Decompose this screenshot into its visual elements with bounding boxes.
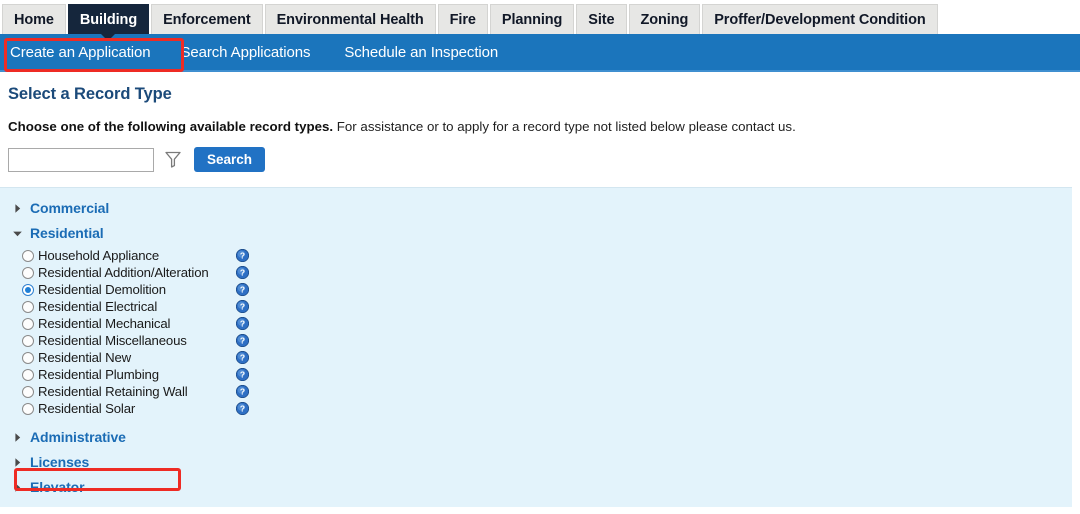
record-type-item[interactable]: Residential Retaining Wall? xyxy=(22,383,1072,400)
search-input[interactable] xyxy=(8,147,154,172)
module-tab-home[interactable]: Home xyxy=(2,4,66,34)
record-type-radio[interactable] xyxy=(22,385,34,398)
subnav-item-search-applications[interactable]: Search Applications xyxy=(181,44,311,61)
record-type-label: Residential Retaining Wall xyxy=(38,384,188,399)
svg-text:?: ? xyxy=(240,302,245,312)
record-type-panel: Commercial Residential Household Appliance… xyxy=(0,187,1072,507)
module-tab-fire[interactable]: Fire xyxy=(437,4,488,34)
record-type-radio[interactable] xyxy=(22,317,34,330)
help-icon[interactable]: ? xyxy=(236,317,249,330)
svg-text:?: ? xyxy=(240,336,245,346)
funnel-icon[interactable] xyxy=(163,150,183,170)
record-group-label: Residential xyxy=(30,225,104,241)
module-tab-enforcement[interactable]: Enforcement xyxy=(151,4,263,34)
record-type-item[interactable]: Residential Miscellaneous? xyxy=(22,332,1072,349)
instructions-text: Choose one of the following available re… xyxy=(8,119,1080,134)
record-type-label: Household Appliance xyxy=(38,248,160,263)
module-tab-building[interactable]: Building xyxy=(67,4,150,41)
svg-text:?: ? xyxy=(240,319,245,329)
chevron-right-icon[interactable] xyxy=(8,432,26,443)
record-group-licenses[interactable]: Licenses xyxy=(8,450,1072,474)
record-type-item[interactable]: Residential Solar? xyxy=(22,400,1072,417)
record-type-label: Residential Solar xyxy=(38,401,136,416)
record-type-label: Residential Plumbing xyxy=(38,367,159,382)
record-type-item[interactable]: Residential New? xyxy=(22,349,1072,366)
record-type-radio[interactable] xyxy=(22,402,34,415)
module-tab-zoning[interactable]: Zoning xyxy=(628,4,701,34)
record-type-item[interactable]: Household Appliance? xyxy=(22,247,1072,264)
svg-text:?: ? xyxy=(240,251,245,261)
chevron-right-icon[interactable] xyxy=(8,203,26,214)
page-title: Select a Record Type xyxy=(8,85,172,103)
record-group-label: Licenses xyxy=(30,454,90,470)
help-icon[interactable]: ? xyxy=(236,385,249,398)
svg-text:?: ? xyxy=(240,268,245,278)
help-icon[interactable]: ? xyxy=(236,283,249,296)
record-type-radio[interactable] xyxy=(22,283,34,296)
module-tab-site[interactable]: Site xyxy=(576,4,627,34)
search-row: Search xyxy=(8,147,1080,172)
record-type-list: Household Appliance? Residential Addition… xyxy=(22,247,1072,417)
record-group-label: Commercial xyxy=(30,200,110,216)
subnav-item-create-an-application[interactable]: Create an Application xyxy=(10,44,151,61)
instructions-rest: For assistance or to apply for a record … xyxy=(333,119,796,134)
svg-text:?: ? xyxy=(240,353,245,363)
help-icon[interactable]: ? xyxy=(236,334,249,347)
record-type-radio[interactable] xyxy=(22,334,34,347)
record-group-administrative[interactable]: Administrative xyxy=(8,425,1072,449)
record-type-label: Residential Addition/Alteration xyxy=(38,265,209,280)
svg-text:?: ? xyxy=(240,285,245,295)
record-type-radio[interactable] xyxy=(22,368,34,381)
record-type-label: Residential Electrical xyxy=(38,299,158,314)
record-group-elevator[interactable]: Elevator xyxy=(8,475,1072,499)
record-type-item[interactable]: Residential Addition/Alteration? xyxy=(22,264,1072,281)
chevron-right-icon[interactable] xyxy=(8,457,26,468)
help-icon[interactable]: ? xyxy=(236,249,249,262)
record-type-label: Residential Miscellaneous xyxy=(38,333,187,348)
svg-text:?: ? xyxy=(240,404,245,414)
module-tab-proffer-development-condition[interactable]: Proffer/Development Condition xyxy=(702,4,938,34)
sub-navigation-bar: Create an Application Search Applications… xyxy=(0,34,1080,72)
record-type-item[interactable]: Residential Electrical? xyxy=(22,298,1072,315)
help-icon[interactable]: ? xyxy=(236,266,249,279)
module-tab-environmental-health[interactable]: Environmental Health xyxy=(264,4,436,34)
record-type-radio[interactable] xyxy=(22,300,34,313)
record-type-label: Residential Mechanical xyxy=(38,316,171,331)
help-icon[interactable]: ? xyxy=(236,368,249,381)
record-group-commercial[interactable]: Commercial xyxy=(8,196,1072,220)
search-button[interactable]: Search xyxy=(194,147,266,172)
record-type-radio[interactable] xyxy=(22,266,34,279)
page-content: Select a Record Type Choose one of the f… xyxy=(0,85,1080,507)
help-icon[interactable]: ? xyxy=(236,300,249,313)
record-type-radio[interactable] xyxy=(22,351,34,364)
chevron-right-icon[interactable] xyxy=(8,482,26,493)
record-type-label: Residential Demolition xyxy=(38,282,166,297)
record-type-item[interactable]: Residential Plumbing? xyxy=(22,366,1072,383)
svg-text:?: ? xyxy=(240,370,245,380)
chevron-down-icon[interactable] xyxy=(8,228,26,239)
help-icon[interactable]: ? xyxy=(236,351,249,364)
record-group-label: Administrative xyxy=(30,429,126,445)
help-icon[interactable]: ? xyxy=(236,402,249,415)
subnav-item-schedule-an-inspection[interactable]: Schedule an Inspection xyxy=(344,44,498,61)
record-type-item[interactable]: Residential Mechanical? xyxy=(22,315,1072,332)
record-group-residential[interactable]: Residential xyxy=(8,221,1072,245)
instructions-bold: Choose one of the following available re… xyxy=(8,119,334,134)
record-type-label: Residential New xyxy=(38,350,132,365)
module-tab-bar: Home Building Enforcement Environmental Hea… xyxy=(0,0,1080,41)
record-group-label: Elevator xyxy=(30,479,85,495)
module-tab-planning[interactable]: Planning xyxy=(489,4,575,34)
record-type-radio[interactable] xyxy=(22,249,34,262)
record-type-item[interactable]: Residential Demolition? xyxy=(22,281,1072,298)
svg-text:?: ? xyxy=(240,387,245,397)
